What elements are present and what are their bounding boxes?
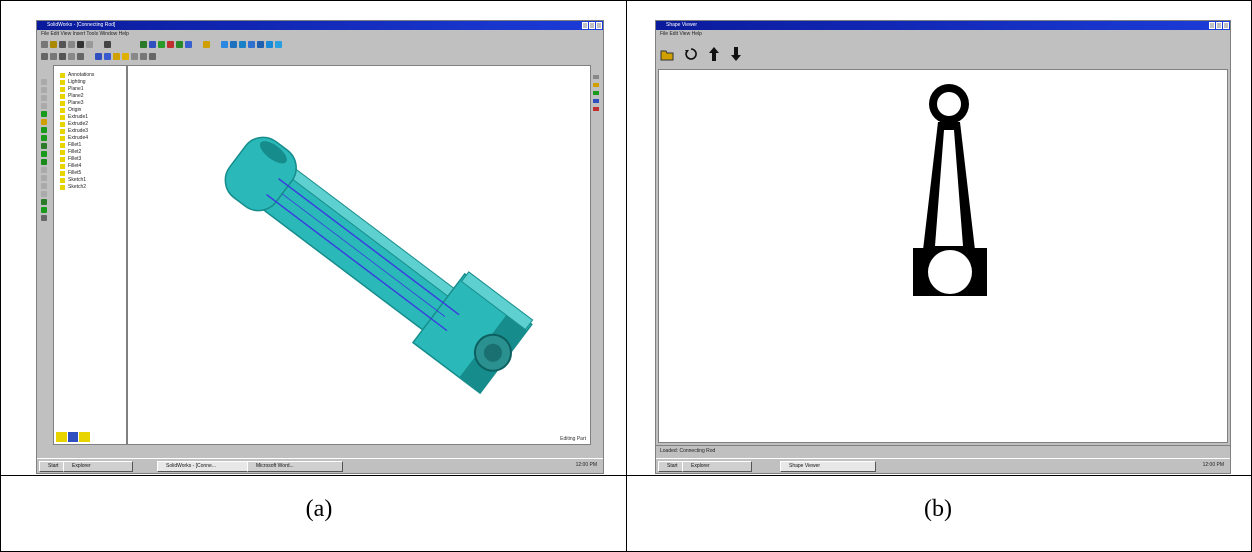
- feature-tree-item[interactable]: Fillet1: [54, 142, 126, 149]
- viewer-titlebar: Shape Viewer: [656, 21, 1230, 30]
- caption-a: (a): [305, 496, 333, 522]
- feature-tree-item[interactable]: Lighting: [54, 79, 126, 86]
- viewer-taskbar-clock: 12:00 PM: [1202, 462, 1224, 468]
- feature-tree-item[interactable]: Extrude2: [54, 121, 126, 128]
- cad-graphics-area[interactable]: Editing Part: [127, 65, 591, 445]
- cad-toolbar-1[interactable]: [41, 39, 282, 49]
- viewer-statusbar: Loaded: Connecting Rod: [656, 445, 1230, 456]
- feature-tree-panel: Annotations Lighting Plane1 Plane2 Plane3 Ori…: [53, 65, 127, 445]
- cad-menubar[interactable]: File Edit View Insert Tools Window Help: [41, 31, 129, 38]
- taskbar-item-3[interactable]: Microsoft Word...: [247, 461, 343, 472]
- cad-titlebar: SolidWorks - [Connecting Rod]: [37, 21, 603, 30]
- refresh-icon[interactable]: [684, 47, 698, 61]
- caption-divider: [0, 475, 1252, 476]
- taskbar-item-1[interactable]: Explorer: [63, 461, 133, 472]
- viewer-taskbar: Start Explorer Shape Viewer 12:00 PM: [656, 458, 1230, 473]
- arrow-up-icon[interactable]: [708, 46, 720, 62]
- feature-tree-item[interactable]: Plane3: [54, 100, 126, 107]
- cad-right-toolstrip[interactable]: [591, 71, 601, 151]
- feature-tree-item[interactable]: Extrude1: [54, 114, 126, 121]
- cad-left-toolstrip[interactable]: [37, 65, 51, 445]
- viewer-window-title: Shape Viewer: [666, 22, 698, 28]
- column-divider: [626, 0, 627, 552]
- caption-b: (b): [924, 496, 952, 522]
- feature-tree-item[interactable]: Fillet3: [54, 156, 126, 163]
- cad-window-title: SolidWorks - [Connecting Rod]: [47, 22, 116, 28]
- feature-tree-item[interactable]: Origin: [54, 107, 126, 114]
- cad-toolbar-2[interactable]: [41, 51, 156, 61]
- feature-tree-item[interactable]: Plane1: [54, 86, 126, 93]
- graphics-status-label: Editing Part: [560, 436, 586, 442]
- feature-tree-item[interactable]: Fillet5: [54, 170, 126, 177]
- viewer-canvas[interactable]: [658, 69, 1228, 443]
- feature-tree-item[interactable]: Fillet2: [54, 149, 126, 156]
- open-folder-icon[interactable]: [660, 47, 674, 61]
- feature-tree-item[interactable]: Plane2: [54, 93, 126, 100]
- taskbar-item-2[interactable]: SolidWorks - [Conne...: [157, 461, 253, 472]
- cad-window-controls[interactable]: [582, 22, 602, 29]
- viewer-taskbar-item-1[interactable]: Explorer: [682, 461, 752, 472]
- taskbar-clock: 12:00 PM: [575, 462, 597, 468]
- connecting-rod-3d-model: [224, 136, 534, 395]
- feature-tree-item[interactable]: Annotations: [54, 72, 126, 79]
- cad-taskbar: Start Explorer SolidWorks - [Conne... Mi…: [37, 458, 603, 473]
- viewer-screenshot: Shape Viewer File Edit View Help Loaded:…: [655, 20, 1231, 474]
- feature-tree-item[interactable]: Sketch1: [54, 177, 126, 184]
- connecting-rod-silhouette: [913, 84, 987, 296]
- tree-tabs[interactable]: [56, 432, 91, 442]
- viewer-taskbar-item-2[interactable]: Shape Viewer: [780, 461, 876, 472]
- feature-tree-item[interactable]: Extrude4: [54, 135, 126, 142]
- cad-screenshot: SolidWorks - [Connecting Rod] File Edit …: [36, 20, 604, 474]
- viewer-toolbar: [660, 43, 770, 65]
- viewer-status-text: Loaded: Connecting Rod: [660, 448, 716, 454]
- feature-tree-item[interactable]: Extrude3: [54, 128, 126, 135]
- feature-tree-item[interactable]: Sketch2: [54, 184, 126, 191]
- feature-tree-list[interactable]: Annotations Lighting Plane1 Plane2 Plane3 Ori…: [54, 66, 126, 191]
- feature-tree-item[interactable]: Fillet4: [54, 163, 126, 170]
- viewer-menubar[interactable]: File Edit View Help: [660, 31, 702, 38]
- arrow-down-icon[interactable]: [730, 46, 742, 62]
- viewer-window-controls[interactable]: [1209, 22, 1229, 29]
